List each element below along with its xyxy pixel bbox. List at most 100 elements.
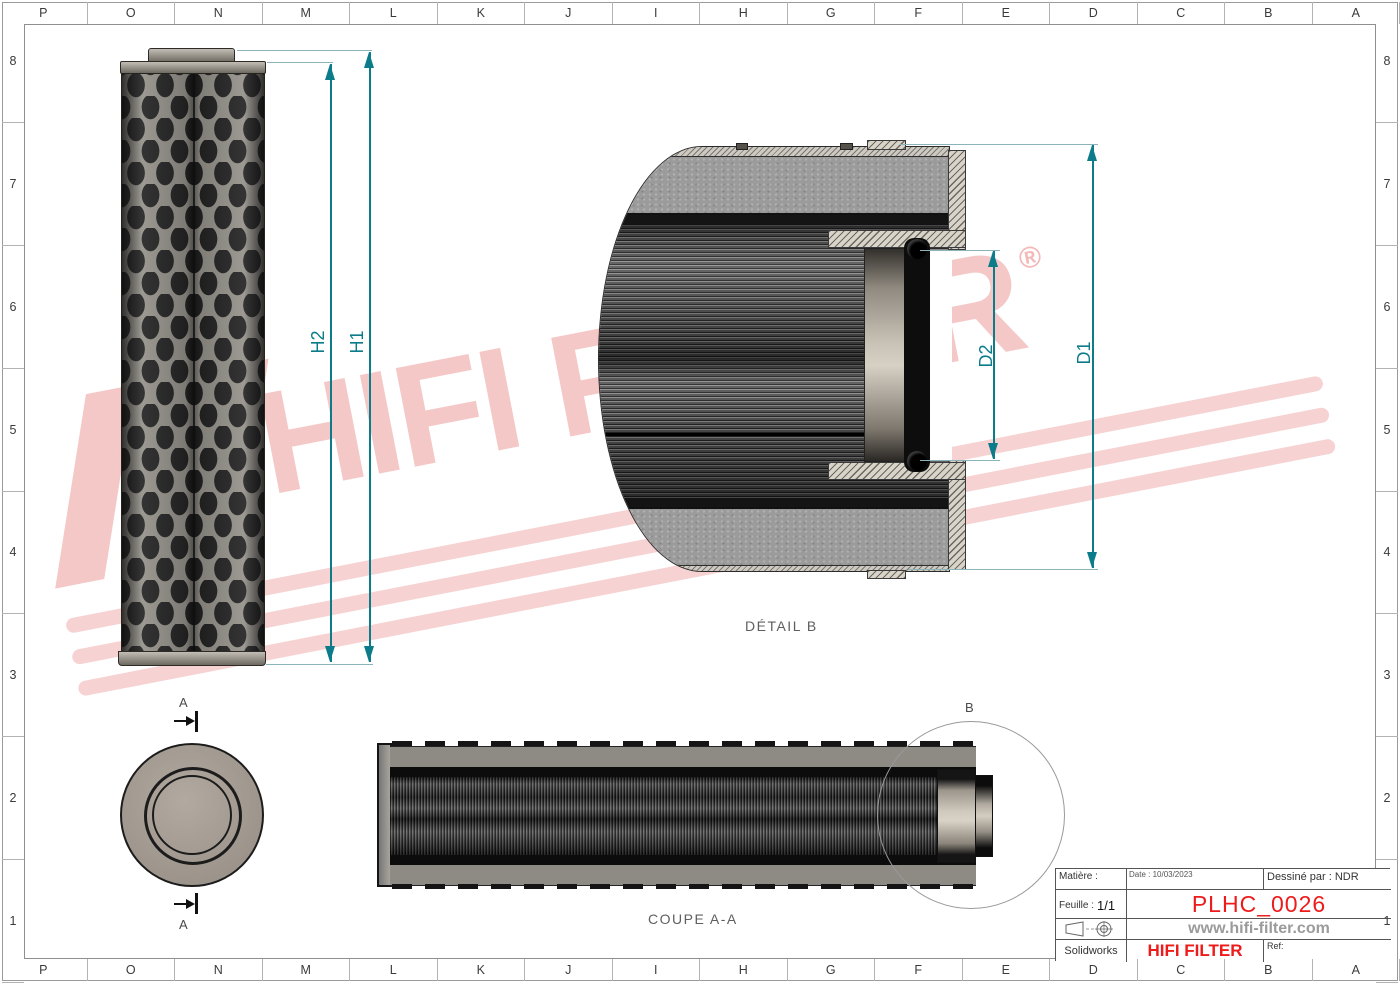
grid-column-label: H [700, 2, 788, 24]
grid-row-label: 3 [2, 614, 24, 737]
grid-column-label: D [1050, 959, 1138, 981]
arrowhead-d1-top [1087, 145, 1097, 161]
rim-tab [736, 143, 748, 150]
arrowhead-h1-top [364, 52, 374, 68]
grid-row-label: 6 [1376, 246, 1398, 369]
grid-row-label: 3 [1376, 614, 1398, 737]
detail-b-bottom-endcap [599, 507, 949, 565]
grid-column-label: M [263, 2, 351, 24]
bore-seal [904, 238, 930, 472]
grid-column-label: K [438, 959, 526, 981]
extension-line-h1-top [237, 50, 372, 51]
dim-label-h2: H2 [308, 320, 328, 364]
grid-column-label: E [963, 959, 1051, 981]
bore-opening-gap [930, 250, 952, 460]
endcap-step-top [828, 230, 966, 248]
matiere-cell: Matière : [1056, 869, 1126, 889]
grid-rail-right: 87654321 [1376, 0, 1398, 983]
inner-ring-inner [152, 775, 232, 855]
filter-mesh-body [121, 73, 265, 652]
arrowhead-d2-bottom [988, 443, 998, 459]
grid-column-label: L [350, 2, 438, 24]
grid-column-label: K [438, 2, 526, 24]
section-cut-label-bottom: A [179, 917, 188, 932]
grid-row-label: 5 [2, 369, 24, 492]
grid-row-label: 2 [2, 737, 24, 860]
dim-label-h1: H1 [347, 320, 367, 364]
projection-symbol-cell [1056, 918, 1126, 939]
grid-row-label: 8 [2, 0, 24, 123]
cut-arrowhead-top [186, 716, 195, 726]
grid-row-label: 1 [2, 860, 24, 983]
dim-label-d2: D2 [976, 334, 996, 378]
detail-circle-label: B [965, 700, 974, 715]
grid-column-label: G [788, 959, 876, 981]
o-ring-top [907, 239, 927, 259]
cut-tick-bottom [195, 893, 198, 914]
grid-column-label: N [175, 2, 263, 24]
cut-arrowhead-bottom [186, 899, 195, 909]
o-ring-bottom [907, 451, 927, 471]
projection-symbol-icon [1063, 921, 1119, 937]
inner-bore-tube [864, 248, 906, 462]
mesh-seam-line [193, 74, 195, 651]
grid-column-label: C [1138, 959, 1226, 981]
grid-column-label: B [1225, 2, 1313, 24]
extension-line-d1-bottom [908, 569, 1098, 570]
detail-circle-b [877, 721, 1065, 909]
detail-b-top-endcap [599, 157, 949, 215]
arrowhead-h1-bottom [364, 646, 374, 662]
grid-column-label: I [613, 2, 701, 24]
feuille-label: Feuille : [1059, 900, 1094, 911]
grid-rail-bottom: PONMLKJIHGFEDCBA [0, 959, 1400, 981]
dimension-line-h1 [369, 52, 371, 662]
grid-column-label: O [88, 2, 176, 24]
arrowhead-d1-bottom [1087, 552, 1097, 568]
top-view-circle [120, 743, 264, 887]
grid-row-label: 4 [2, 492, 24, 615]
title-block: Matière : Date : 10/03/2023 Dessiné par … [1055, 868, 1390, 961]
grid-column-label: I [613, 959, 701, 981]
arrowhead-d2-top [988, 251, 998, 267]
grid-rail-left: 87654321 [2, 0, 24, 983]
detail-b-bottom-band [599, 498, 949, 507]
grid-column-label: J [525, 959, 613, 981]
dimension-line-h2 [330, 64, 332, 662]
grid-row-label: 7 [1376, 123, 1398, 246]
grid-column-label: F [875, 959, 963, 981]
feuille-value: 1/1 [1097, 898, 1115, 913]
grid-row-label: 2 [1376, 737, 1398, 860]
arrowhead-h2-top [325, 64, 335, 80]
cut-tick-top [195, 711, 198, 732]
grid-column-label: E [963, 2, 1051, 24]
feuille-cell: Feuille : 1/1 [1056, 889, 1126, 918]
grid-column-label: C [1138, 2, 1226, 24]
technical-drawing-page: HIFI FILTER® PONMLKJIHGFEDCBA PONMLKJIHG… [0, 0, 1400, 983]
coupe-caption: COUPE A-A [648, 911, 738, 927]
arrowhead-h2-bottom [325, 646, 335, 662]
grid-column-label: D [1050, 2, 1138, 24]
extension-line-bottom [266, 664, 373, 665]
date-cell: Date : 10/03/2023 [1126, 869, 1263, 889]
extension-line-d2-bottom [920, 460, 1000, 461]
grid-row-label: 7 [2, 123, 24, 246]
grid-row-label: 1 [1376, 860, 1398, 983]
grid-row-label: 4 [1376, 492, 1398, 615]
detail-b-top-band [599, 215, 949, 224]
grid-column-label: N [175, 959, 263, 981]
detail-b-caption: DÉTAIL B [745, 618, 818, 634]
rim-tab-hatched [867, 140, 906, 150]
rim-tab [840, 143, 853, 150]
section-cut-label-top: A [179, 695, 188, 710]
grid-column-label: B [1225, 959, 1313, 981]
section-top-shell [390, 746, 976, 767]
grid-column-label: M [263, 959, 351, 981]
section-bottom-shell [390, 865, 976, 886]
website: www.hifi-filter.com [1126, 918, 1391, 939]
extension-line-d1-top [900, 144, 1098, 145]
rim-tab-hatched [867, 570, 906, 579]
grid-row-label: 6 [2, 246, 24, 369]
grid-column-label: H [700, 959, 788, 981]
filter-bottom-cap [118, 651, 266, 666]
grid-column-label: J [525, 2, 613, 24]
